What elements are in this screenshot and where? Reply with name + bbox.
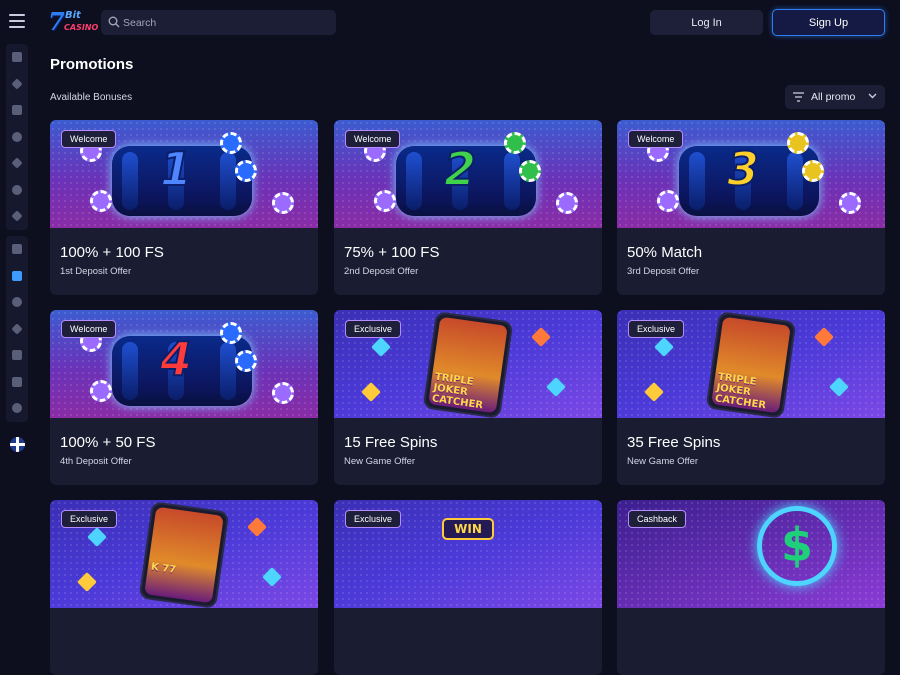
- promo-title: 15 Free Spins: [344, 434, 438, 451]
- login-button[interactable]: Log In: [650, 10, 763, 35]
- promo-filter-dropdown[interactable]: All promo: [785, 85, 885, 109]
- promo-card[interactable]: 3 Welcome 50% Match 3rd Deposit Offer: [617, 120, 885, 295]
- promo-tag-badge: Welcome: [61, 130, 117, 148]
- promo-description: 3rd Deposit Offer: [627, 266, 700, 277]
- promo-card[interactable]: 1 Welcome 100% + 100 FS 1st Deposit Offer: [50, 120, 318, 295]
- promo-title: 35 Free Spins: [627, 434, 721, 451]
- promo-tag-badge: Exclusive: [61, 510, 118, 528]
- promo-description: 4th Deposit Offer: [60, 456, 132, 467]
- clubs-icon[interactable]: [6, 177, 28, 204]
- gift-icon[interactable]: [6, 263, 28, 290]
- promo-tag-badge: Exclusive: [345, 510, 402, 528]
- trophy-icon[interactable]: [6, 289, 28, 316]
- promo-tag-badge: Exclusive: [628, 320, 685, 338]
- promo-title: 100% + 100 FS: [60, 244, 164, 261]
- rocket-icon[interactable]: [6, 203, 28, 230]
- promo-tag-badge: Welcome: [628, 130, 684, 148]
- promo-title: 100% + 50 FS: [60, 434, 156, 451]
- promo-description: New Game Offer: [344, 456, 416, 467]
- promo-tag-badge: Exclusive: [345, 320, 402, 338]
- sidebar-group-games: [6, 44, 28, 230]
- filter-icon: [793, 92, 804, 102]
- fire-icon[interactable]: [6, 97, 28, 124]
- lightning-icon[interactable]: [6, 150, 28, 177]
- chevron-down-icon: [868, 93, 877, 99]
- camera-icon[interactable]: [6, 236, 28, 263]
- promo-card[interactable]: 2 Welcome 75% + 100 FS 2nd Deposit Offer: [334, 120, 602, 295]
- promo-tag-badge: Welcome: [345, 130, 401, 148]
- promo-card[interactable]: K 77 Exclusive: [50, 500, 318, 675]
- deposit-number: 3: [726, 141, 760, 197]
- signup-button[interactable]: Sign Up: [772, 9, 885, 36]
- banner-text: WIN: [442, 518, 494, 540]
- vip-crown-icon[interactable]: [6, 342, 28, 369]
- promo-description: 1st Deposit Offer: [60, 266, 132, 277]
- sidebar-group-pages: [6, 236, 28, 422]
- deposit-number: 2: [443, 141, 477, 197]
- uk-flag-icon[interactable]: [10, 437, 25, 452]
- logo[interactable]: 7 Bit CASINO: [48, 7, 98, 36]
- promo-card[interactable]: $ Cashback: [617, 500, 885, 675]
- promo-card[interactable]: 4 Welcome 100% + 50 FS 4th Deposit Offer: [50, 310, 318, 485]
- target-icon[interactable]: [6, 124, 28, 151]
- promo-title: 75% + 100 FS: [344, 244, 440, 261]
- section-subtitle: Available Bonuses: [50, 92, 133, 103]
- promo-description: 2nd Deposit Offer: [344, 266, 419, 277]
- promo-card[interactable]: TRIPLE JOKER CATCHER Exclusive 15 Free Spi…: [334, 310, 602, 485]
- promo-description: New Game Offer: [627, 456, 699, 467]
- deposit-number: 1: [159, 141, 193, 197]
- banner-text: $: [757, 506, 837, 586]
- filter-label: All promo: [811, 91, 856, 103]
- menu-icon[interactable]: [9, 14, 25, 28]
- promo-tag-badge: Cashback: [628, 510, 687, 528]
- search-box[interactable]: [101, 10, 336, 35]
- promo-tag-badge: Welcome: [61, 320, 117, 338]
- search-input[interactable]: [123, 10, 328, 35]
- puzzle-icon[interactable]: [6, 71, 28, 98]
- deposit-number: 4: [159, 331, 193, 387]
- search-icon: [108, 16, 120, 28]
- wallet-icon[interactable]: [6, 369, 28, 396]
- promo-title: 50% Match: [627, 244, 703, 261]
- promo-card[interactable]: TRIPLE JOKER CATCHER Exclusive 35 Free Spi…: [617, 310, 885, 485]
- page-title: Promotions: [50, 56, 134, 73]
- mail-icon[interactable]: [6, 395, 28, 422]
- crown-icon[interactable]: [6, 316, 28, 343]
- sidebar: [6, 44, 28, 550]
- top-bar: 7 Bit CASINO Log In Sign Up: [0, 0, 900, 44]
- flame-icon[interactable]: [6, 44, 28, 71]
- promo-card[interactable]: WIN Exclusive: [334, 500, 602, 675]
